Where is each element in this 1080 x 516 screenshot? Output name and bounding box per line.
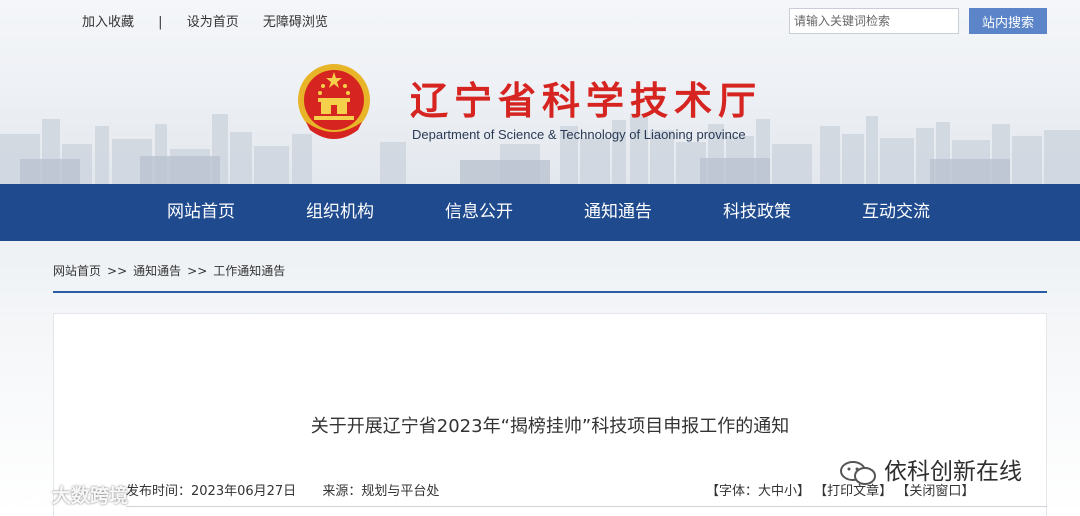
watermark-right: 依科创新在线: [838, 452, 1022, 486]
meta-divider: [126, 506, 1047, 507]
article-meta: 发布时间：2023年06月27日 来源：规划与平台处: [126, 480, 461, 499]
breadcrumb-work-notices[interactable]: 工作通知通告: [213, 264, 285, 278]
watermark-left: 大数跨境: [8, 481, 128, 508]
watermark-left-text: 大数跨境: [52, 485, 129, 507]
site-search-button[interactable]: 站内搜索: [969, 8, 1047, 34]
nav-item-info-disclosure[interactable]: 信息公开: [445, 184, 513, 241]
main-navigation: 网站首页 组织机构 信息公开 通知通告 科技政策 互动交流: [0, 184, 1080, 241]
publish-date: 发布时间：2023年06月27日: [126, 484, 297, 499]
watermark-logo-icon: [8, 487, 48, 506]
topbar-separator: |: [158, 15, 163, 30]
add-favorite-link[interactable]: 加入收藏: [82, 15, 134, 30]
article-title: 关于开展辽宁省2023年“揭榜挂帅”科技项目申报工作的通知: [310, 416, 790, 437]
breadcrumb: 网站首页 >> 通知通告 >> 工作通知通告: [53, 262, 285, 279]
site-subtitle: Department of Science & Technology of Li…: [412, 127, 746, 142]
breadcrumb-home[interactable]: 网站首页: [53, 264, 101, 278]
set-homepage-link[interactable]: 设为首页: [187, 15, 239, 30]
site-title: 辽宁省科学技术厅: [410, 78, 763, 123]
print-article-link[interactable]: 【打印文章】: [814, 484, 892, 499]
watermark-right-text: 依科创新在线: [884, 459, 1022, 485]
article-source: 来源：规划与平台处: [322, 484, 440, 499]
nav-item-policy[interactable]: 科技政策: [723, 184, 791, 241]
top-utility-links: 加入收藏 | 设为首页 无障碍浏览: [82, 11, 348, 30]
wechat-logo-icon: [840, 460, 876, 485]
accessibility-link[interactable]: 无障碍浏览: [263, 15, 328, 30]
nav-item-home[interactable]: 网站首页: [167, 184, 235, 241]
search-input[interactable]: [789, 8, 959, 34]
site-header: 加入收藏 | 设为首页 无障碍浏览 站内搜索 辽宁省科学技术厅 Departme…: [0, 0, 1080, 184]
nav-item-organization[interactable]: 组织机构: [306, 184, 374, 241]
close-window-link[interactable]: 【关闭窗口】: [896, 484, 974, 499]
breadcrumb-separator: >>: [187, 264, 208, 278]
breadcrumb-notices[interactable]: 通知通告: [133, 264, 181, 278]
breadcrumb-separator: >>: [107, 264, 128, 278]
national-emblem-icon: [298, 64, 370, 139]
breadcrumb-divider: [53, 291, 1047, 293]
font-size-control[interactable]: 【字体：大中小】: [706, 484, 810, 499]
nav-item-notices[interactable]: 通知通告: [584, 184, 652, 241]
nav-item-interaction[interactable]: 互动交流: [862, 184, 930, 241]
